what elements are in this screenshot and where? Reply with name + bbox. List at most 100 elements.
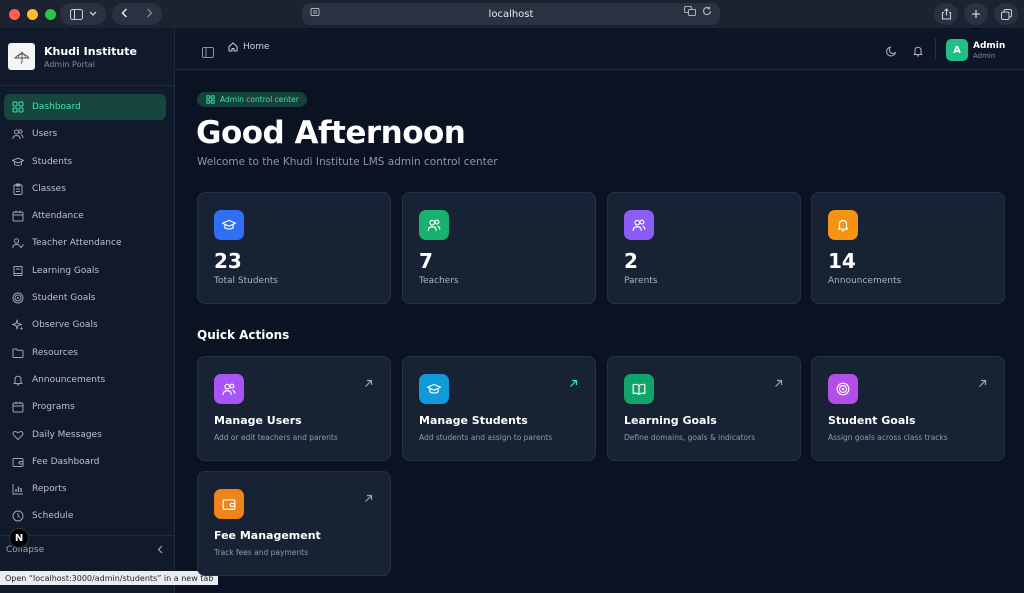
browser-sidebar-button[interactable]: [60, 3, 106, 25]
sidebar: Khudi Institute Admin Portal Dashboard U…: [0, 28, 175, 593]
divider: [935, 38, 936, 60]
sidebar-item-programs[interactable]: Programs: [4, 394, 166, 420]
bell-icon: [913, 46, 923, 57]
sidebar-item-label: Schedule: [32, 511, 74, 522]
new-tab-button[interactable]: [964, 3, 988, 25]
toggle-sidebar-button[interactable]: [202, 43, 214, 62]
forward-button[interactable]: [137, 7, 162, 21]
stat-card-teachers[interactable]: 7 Teachers: [402, 192, 596, 304]
stat-card-students[interactable]: 23 Total Students: [197, 192, 391, 304]
share-button[interactable]: [934, 3, 958, 25]
panel-left-icon: [202, 47, 214, 58]
clock-icon: [11, 509, 25, 523]
sidebar-item-label: Learning Goals: [32, 265, 100, 276]
quick-action-desc: Add or edit teachers and parents: [214, 433, 338, 442]
breadcrumb-home[interactable]: Home: [228, 42, 270, 52]
main-content: Admin control center Good Afternoon Welc…: [175, 70, 1024, 593]
quick-action-desc: Define domains, goals & indicators: [624, 433, 756, 442]
heart-icon: [11, 428, 25, 442]
stat-label: Announcements: [828, 276, 902, 286]
sidebar-item-users[interactable]: Users: [4, 121, 166, 147]
bell-icon: [11, 373, 25, 387]
quick-action-title: Manage Students: [419, 414, 528, 427]
users-icon: [624, 210, 654, 240]
folder-icon: [11, 346, 25, 360]
sidebar-item-student-goals[interactable]: Student Goals: [4, 285, 166, 311]
zoom-window-button[interactable]: [45, 8, 56, 20]
grid-icon: [11, 100, 25, 114]
back-button[interactable]: [112, 7, 137, 21]
book-icon: [11, 264, 25, 278]
brand-title: Khudi Institute: [44, 44, 137, 58]
quick-action-title: Manage Users: [214, 414, 302, 427]
avatar[interactable]: A: [946, 39, 968, 61]
nextjs-dev-badge[interactable]: N: [9, 528, 29, 548]
graduation-cap-icon: [214, 210, 244, 240]
sidebar-item-label: Users: [32, 129, 58, 140]
sidebar-item-learning-goals[interactable]: Learning Goals: [4, 258, 166, 284]
target-icon: [11, 291, 25, 305]
notifications-button[interactable]: [912, 42, 924, 61]
arrow-up-right-icon: [774, 373, 783, 392]
brand-subtitle: Admin Portal: [44, 59, 96, 69]
sidebar-nav: Dashboard Users Students Classes Attenda…: [0, 86, 174, 529]
sidebar-item-label: Announcements: [32, 374, 106, 385]
chevron-right-icon: [146, 8, 153, 18]
breadcrumb-label: Home: [243, 42, 270, 52]
quick-action-student-goals[interactable]: Student Goals Assign goals across class …: [811, 356, 1005, 461]
sparkles-icon: [11, 318, 25, 332]
address-bar[interactable]: localhost: [302, 3, 720, 25]
quick-action-learning-goals[interactable]: Learning Goals Define domains, goals & i…: [607, 356, 801, 461]
arrow-up-right-icon: [364, 373, 373, 392]
sidebar-item-classes[interactable]: Classes: [4, 176, 166, 202]
sidebar-item-announcements[interactable]: Announcements: [4, 367, 166, 393]
share-icon: [941, 8, 951, 20]
sidebar-item-label: Reports: [32, 484, 67, 495]
quick-action-title: Fee Management: [214, 529, 321, 542]
tab-overview-button[interactable]: [994, 3, 1018, 25]
sidebar-item-observe-goals[interactable]: Observe Goals: [4, 312, 166, 338]
sidebar-item-dashboard[interactable]: Dashboard: [4, 94, 166, 120]
sidebar-item-teacher-attendance[interactable]: Teacher Attendance: [4, 230, 166, 256]
reload-icon[interactable]: [702, 6, 712, 19]
translate-icon[interactable]: [684, 6, 696, 19]
minimize-window-button[interactable]: [27, 8, 38, 20]
close-window-button[interactable]: [9, 8, 20, 20]
grid-icon: [206, 95, 215, 104]
tabs-icon: [1000, 8, 1012, 20]
admin-badge: Admin control center: [197, 92, 307, 107]
sidebar-item-reports[interactable]: Reports: [4, 476, 166, 502]
umbrella-logo-icon: [13, 51, 30, 64]
sidebar-item-label: Fee Dashboard: [32, 456, 100, 467]
sidebar-item-schedule[interactable]: Schedule: [4, 503, 166, 529]
brand-header: Khudi Institute Admin Portal: [0, 28, 174, 86]
sidebar-item-attendance[interactable]: Attendance: [4, 203, 166, 229]
home-icon: [228, 42, 238, 52]
top-bar: Home A Admin Admin: [175, 28, 1024, 70]
quick-action-manage-students[interactable]: Manage Students Add students and assign …: [402, 356, 596, 461]
institute-logo: [8, 43, 35, 70]
sidebar-item-label: Student Goals: [32, 293, 96, 304]
wallet-icon: [11, 455, 25, 469]
page-settings-icon[interactable]: [310, 7, 320, 20]
sidebar-item-students[interactable]: Students: [4, 149, 166, 175]
collapse-label: Collapse: [6, 544, 45, 555]
bar-chart-icon: [11, 482, 25, 496]
sidebar-item-daily-messages[interactable]: Daily Messages: [4, 422, 166, 448]
sidebar-item-resources[interactable]: Resources: [4, 340, 166, 366]
stat-card-announcements[interactable]: 14 Announcements: [811, 192, 1005, 304]
badge-label: Admin control center: [220, 95, 299, 104]
history-nav: [112, 3, 162, 25]
sidebar-icon: [69, 8, 83, 20]
stat-card-parents[interactable]: 2 Parents: [607, 192, 801, 304]
theme-toggle-button[interactable]: [886, 42, 898, 61]
sidebar-item-fee-dashboard[interactable]: Fee Dashboard: [4, 449, 166, 475]
stat-label: Parents: [624, 276, 658, 286]
quick-action-fee-management[interactable]: Fee Management Track fees and payments: [197, 471, 391, 576]
arrow-up-right-icon: [569, 373, 578, 392]
user-name: Admin: [973, 41, 1006, 51]
sidebar-item-label: Classes: [32, 183, 66, 194]
quick-action-manage-users[interactable]: Manage Users Add or edit teachers and pa…: [197, 356, 391, 461]
sidebar-item-label: Resources: [32, 347, 78, 358]
book-open-icon: [624, 374, 654, 404]
